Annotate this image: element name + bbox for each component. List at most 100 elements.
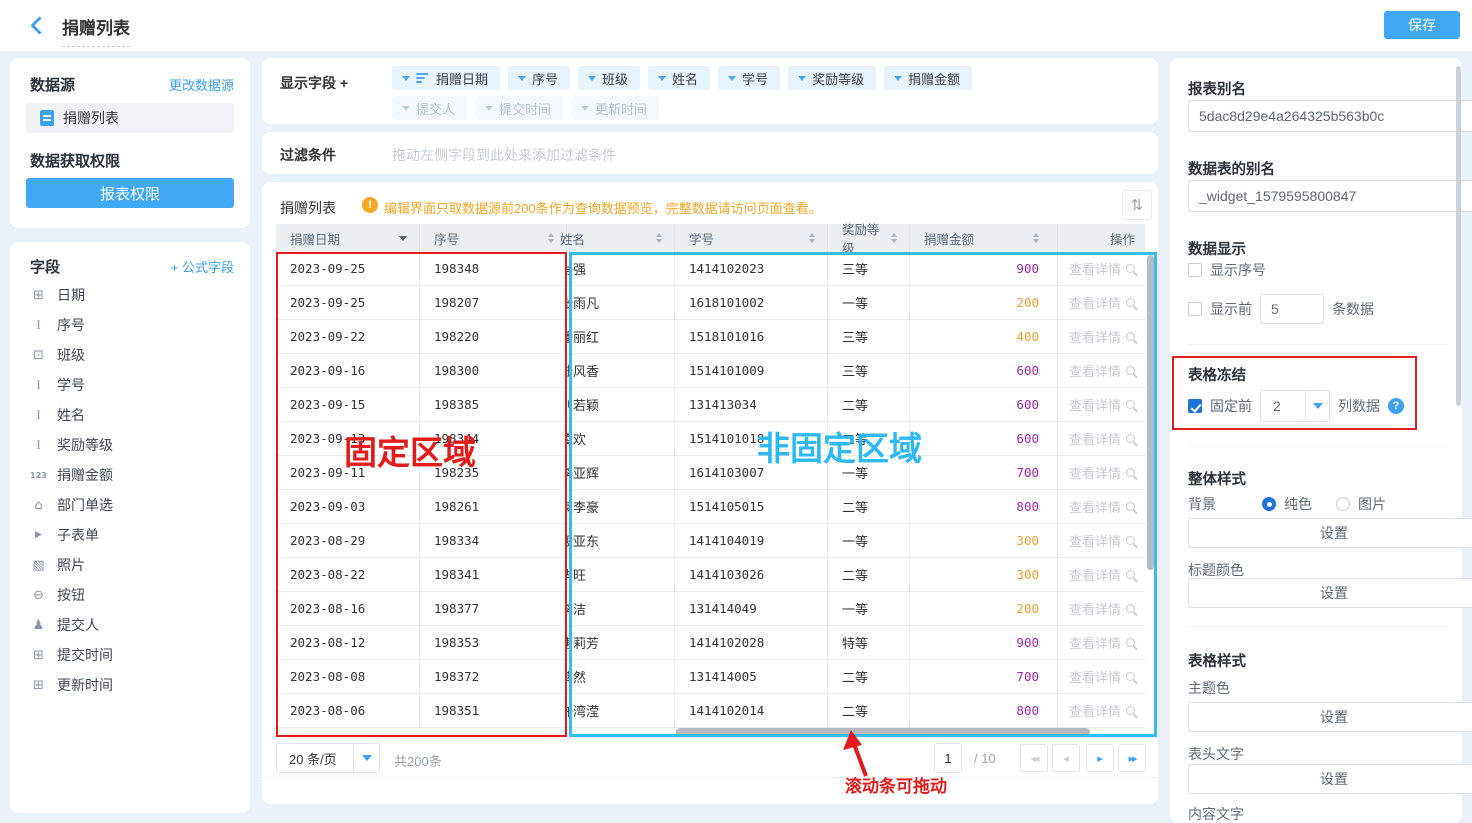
view-detail-link[interactable]: 查看详情 [1069,463,1121,482]
field-item[interactable]: I序号 [30,310,240,340]
page-size-select[interactable]: 20 条/页 [276,743,380,773]
theme-color-set-button[interactable]: 设置 [1188,702,1472,732]
field-label: 捐赠金额 [57,465,113,485]
page-number-input[interactable] [934,743,962,773]
field-item[interactable]: 123捐赠金额 [30,460,240,490]
column-header[interactable]: 捐赠日期 [276,224,420,252]
freeze-checkbox[interactable] [1188,399,1202,413]
content-text-label: 内容文字 [1188,804,1448,823]
column-header[interactable]: 序号 [420,224,567,252]
view-detail-link[interactable]: 查看详情 [1069,361,1121,380]
report-alias-input[interactable] [1188,100,1472,132]
field-item[interactable]: ▶子表单 [30,520,240,550]
show-first-count-input[interactable] [1260,294,1324,324]
view-detail-link[interactable]: 查看详情 [1069,395,1121,414]
cell-student-id: 1514101009 [675,354,828,387]
column-header[interactable]: 奖励等级 [828,224,910,252]
magnifier-icon [1126,434,1135,443]
column-header[interactable]: 学号 [675,224,828,252]
save-button[interactable]: 保存 [1384,11,1460,39]
show-first-checkbox[interactable] [1188,302,1202,316]
magnifier-icon [1126,332,1135,341]
header-text-set-button[interactable]: 设置 [1188,764,1472,794]
view-detail-link[interactable]: 查看详情 [1069,531,1121,550]
show-serial-checkbox[interactable] [1188,263,1202,277]
horizontal-scrollbar[interactable] [676,728,1090,736]
change-datasource-link[interactable]: 更改数据源 [169,75,234,94]
magnifier-icon [1126,570,1135,579]
panel-scrollbar[interactable] [1456,66,1461,406]
field-chip[interactable]: 更新时间 [571,96,659,120]
field-item[interactable]: ⊞日期 [30,280,240,310]
solid-color-radio[interactable] [1262,497,1276,511]
field-chip[interactable]: 捐赠日期 [392,66,500,90]
view-detail-link[interactable]: 查看详情 [1069,667,1121,686]
column-header[interactable]: 姓名 [567,224,675,252]
cell-action: 查看详情 [1058,626,1145,659]
sort-toggle-button[interactable]: ⇅ [1122,190,1152,220]
field-item[interactable]: ⊡班级 [30,340,240,370]
field-item[interactable]: ♟提交人 [30,610,240,640]
column-header[interactable]: 捐赠金额 [910,224,1058,252]
table-title: 捐赠列表 [280,198,336,218]
cell-student-id: 1414103026 [675,558,828,591]
chip-label: 奖励等级 [812,69,864,88]
field-item[interactable]: ⊞更新时间 [30,670,240,700]
view-detail-link[interactable]: 查看详情 [1069,327,1121,346]
last-page-button[interactable] [1118,744,1146,772]
freeze-count-value: 2 [1261,398,1305,414]
filter-dropzone[interactable]: 拖动左侧字段到此处来添加过滤条件 [392,145,616,165]
chevron-down-icon [658,76,666,81]
back-icon[interactable] [26,15,48,37]
freeze-count-select[interactable]: 2 [1260,390,1330,422]
first-page-button[interactable] [1020,744,1048,772]
sort-desc-icon [399,236,407,241]
view-detail-link[interactable]: 查看详情 [1069,599,1121,618]
field-chip[interactable]: 奖励等级 [788,66,876,90]
field-chip[interactable]: 班级 [578,66,640,90]
field-item[interactable]: I姓名 [30,400,240,430]
view-detail-link[interactable]: 查看详情 [1069,565,1121,584]
background-set-button[interactable]: 设置 [1188,518,1472,548]
image-radio[interactable] [1336,497,1350,511]
view-detail-link[interactable]: 查看详情 [1069,259,1121,278]
cell-grade: 二等 [828,490,910,523]
datasource-item[interactable]: 捐赠列表 [26,103,234,133]
column-header-label: 操作 [1110,229,1135,248]
background-label: 背景 [1188,494,1254,514]
title-color-set-button[interactable]: 设置 [1188,578,1472,608]
field-chip[interactable]: 学号 [718,66,780,90]
prev-page-button[interactable] [1052,744,1080,772]
chips-container: 捐赠日期 序号班级姓名学号 奖励等级 捐赠金额 提交人提交时间更新时间 [392,66,1148,120]
field-chip[interactable]: 姓名 [648,66,710,90]
table-header-row: 捐赠日期序号姓名学号奖励等级捐赠金额 操作 [276,224,1145,252]
chip-label: 捐赠日期 [436,69,488,88]
field-chip[interactable]: 提交时间 [475,96,563,120]
vertical-scrollbar[interactable] [1147,255,1154,570]
view-detail-link[interactable]: 查看详情 [1069,293,1121,312]
field-item[interactable]: ▧照片 [30,550,240,580]
table-body: 2023-09-25198348肖强1414102023三等900查看详情 202… [276,252,1145,728]
field-chip[interactable]: 序号 [508,66,570,90]
view-detail-link[interactable]: 查看详情 [1069,633,1121,652]
help-icon[interactable]: ? [1388,398,1404,414]
view-detail-link[interactable]: 查看详情 [1069,429,1121,448]
field-chip[interactable]: 提交人 [392,96,467,120]
text-icon: I [30,377,47,393]
next-page-button[interactable] [1086,744,1114,772]
view-detail-link[interactable]: 查看详情 [1069,701,1121,720]
add-formula-field-link[interactable]: + 公式字段 [171,257,234,276]
select-icon: ⊡ [30,348,47,363]
report-permission-button[interactable]: 报表权限 [26,178,234,208]
view-detail-link[interactable]: 查看详情 [1069,497,1121,516]
field-item[interactable]: ⊞提交时间 [30,640,240,670]
field-chip[interactable]: 捐赠金额 [884,66,972,90]
table-row: 2023-09-25198348肖强1414102023三等900查看详情 [276,252,1145,286]
field-item[interactable]: I学号 [30,370,240,400]
data-table: 捐赠日期序号姓名学号奖励等级捐赠金额 操作 2023-09-25198348肖强1… [276,224,1145,728]
field-item[interactable]: ⌂部门单选 [30,490,240,520]
cell-date: 2023-08-29 [276,524,420,557]
field-item[interactable]: I奖励等级 [30,430,240,460]
table-alias-input[interactable] [1188,180,1472,212]
field-item[interactable]: ⊖按钮 [30,580,240,610]
